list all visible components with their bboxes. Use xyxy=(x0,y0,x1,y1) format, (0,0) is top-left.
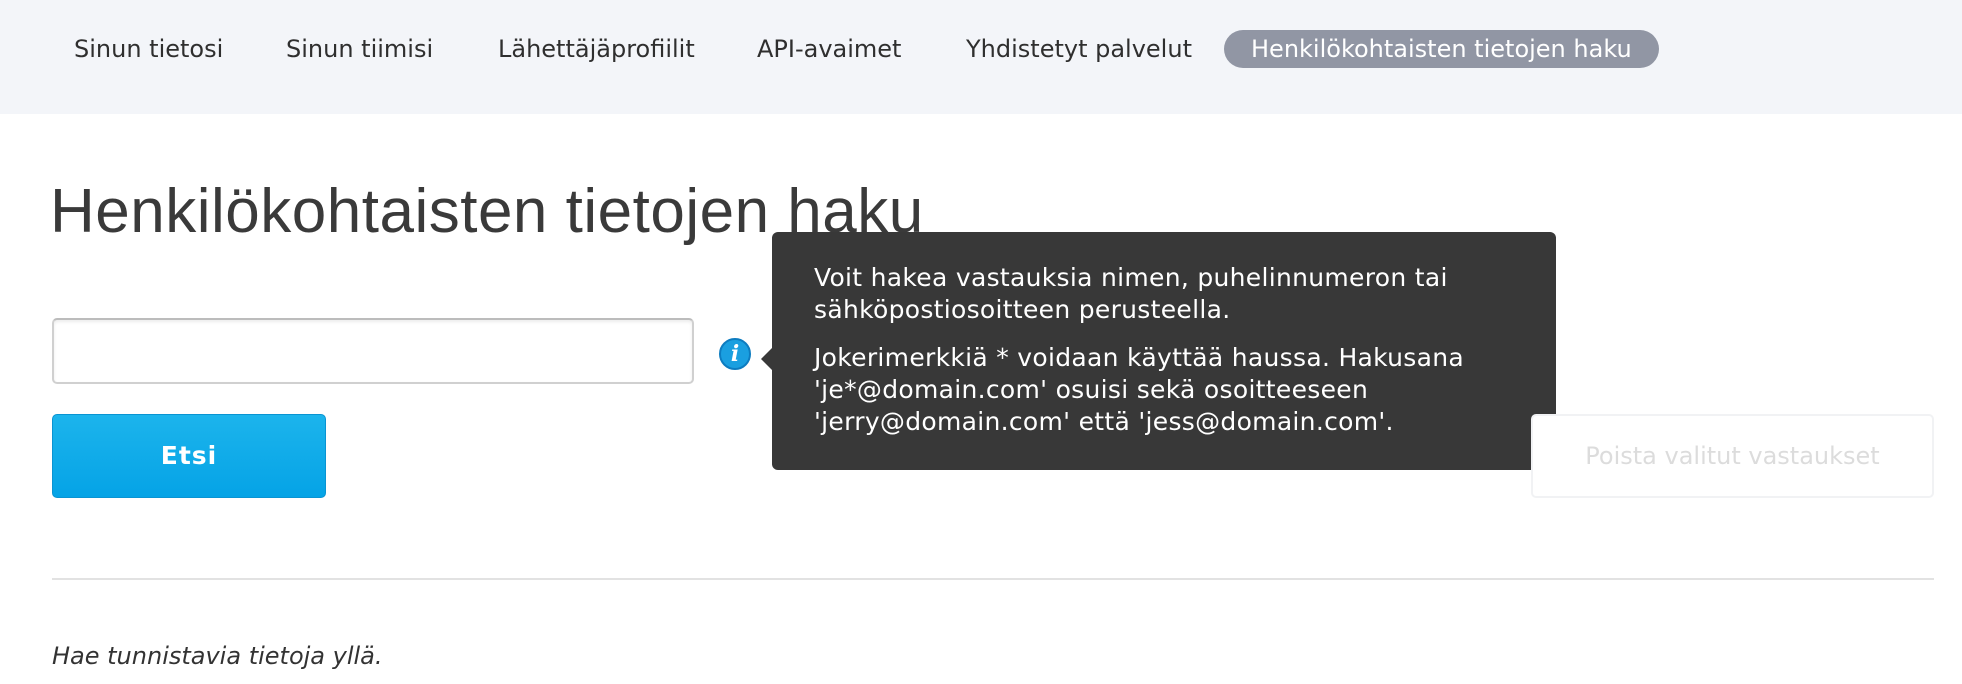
delete-selected-button[interactable]: Poista valitut vastaukset xyxy=(1531,414,1934,498)
tooltip-text-search-fields: Voit hakea vastauksia nimen, puhelinnume… xyxy=(814,263,1448,324)
search-input[interactable] xyxy=(52,318,694,384)
info-icon[interactable]: i xyxy=(719,338,751,370)
top-navigation: Sinun tietosi Sinun tiimisi Lähettäjäpro… xyxy=(0,0,1962,114)
tab-yhdistetyt-palvelut[interactable]: Yhdistetyt palvelut xyxy=(966,30,1192,68)
tab-personal-data-search[interactable]: Henkilökohtaisten tietojen haku xyxy=(1224,30,1659,68)
divider xyxy=(52,578,1934,580)
empty-results-hint: Hae tunnistavia tietoja yllä. xyxy=(52,642,383,670)
tab-lahettajaprofiilit[interactable]: Lähettäjäprofiilit xyxy=(498,30,695,68)
search-button[interactable]: Etsi xyxy=(52,414,326,498)
tooltip-text-wildcard: Jokerimerkkiä * voidaan käyttää haussa. … xyxy=(814,343,1465,436)
tab-sinun-tiimisi[interactable]: Sinun tiimisi xyxy=(286,30,433,68)
search-help-tooltip: Voit hakea vastauksia nimen, puhelinnume… xyxy=(761,232,1556,470)
tab-api-avaimet[interactable]: API-avaimet xyxy=(757,30,901,68)
tab-sinun-tietosi[interactable]: Sinun tietosi xyxy=(74,30,223,68)
